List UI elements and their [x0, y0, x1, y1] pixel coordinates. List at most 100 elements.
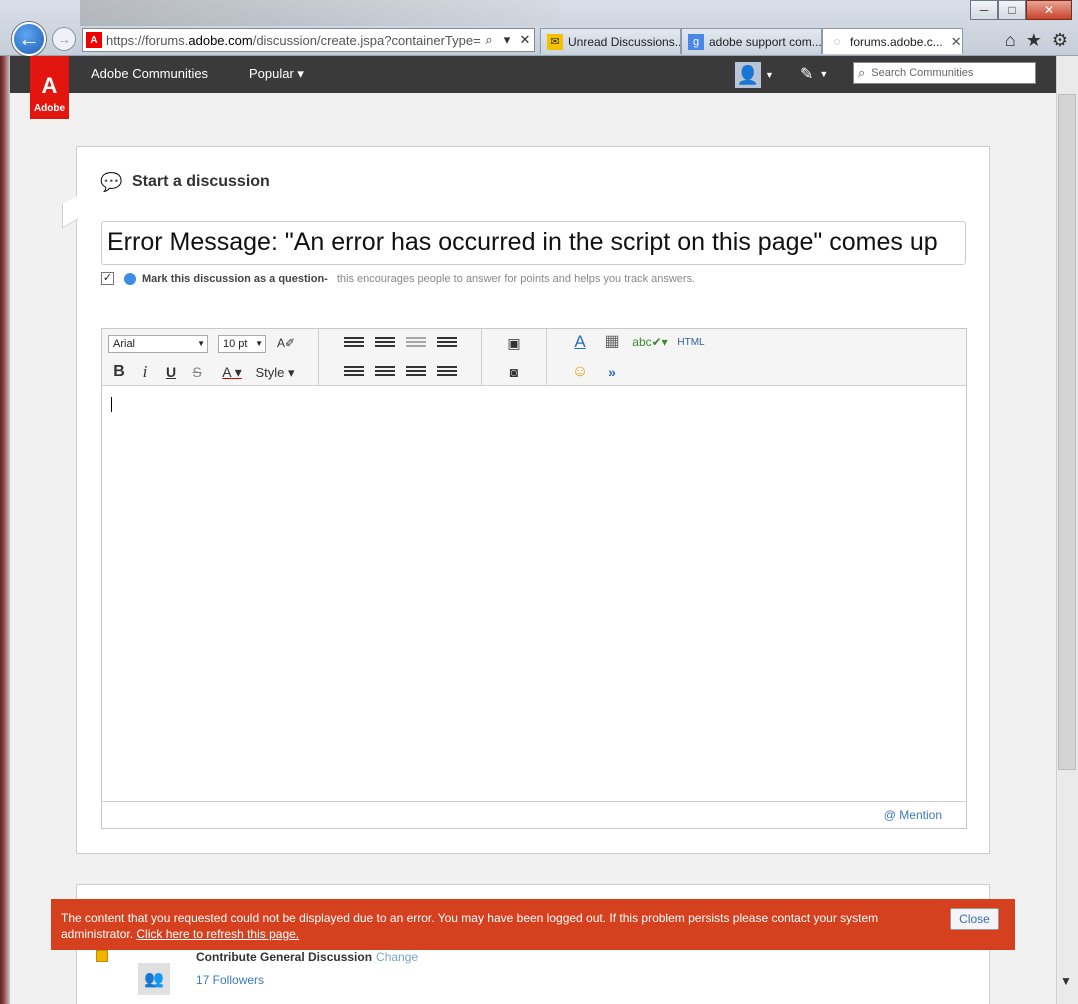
back-button[interactable]: ←: [12, 22, 46, 56]
search-icon[interactable]: ⌕: [480, 32, 498, 48]
page-title: 💬 Start a discussion: [100, 172, 270, 192]
chevron-down-icon[interactable]: ▼: [1060, 974, 1072, 988]
maximize-button[interactable]: □: [998, 0, 1026, 20]
nav-popular[interactable]: Popular ▾: [249, 66, 304, 82]
question-bubble-icon: [124, 272, 136, 285]
scrollbar-thumb[interactable]: [1058, 94, 1076, 770]
discussion-bubble-icon: 💬: [100, 172, 123, 192]
create-menu[interactable]: ✎ ▼: [800, 64, 828, 84]
address-bar[interactable]: A https://forums.adobe.com/discussion/cr…: [82, 28, 535, 52]
avatar: 👤: [735, 62, 761, 88]
mention-link[interactable]: @ Mention: [884, 808, 942, 822]
outdent-icon[interactable]: [406, 337, 426, 351]
italic-icon[interactable]: i: [136, 363, 154, 381]
indent-icon[interactable]: [437, 337, 457, 351]
tab-unread-discussions[interactable]: ✉ Unread Discussions...: [540, 28, 681, 54]
align-right-icon[interactable]: [406, 366, 426, 380]
spellcheck-icon[interactable]: abc✔▾: [632, 333, 668, 351]
place-icon: [96, 950, 108, 962]
question-option: ✓ Mark this discussion as a question- th…: [101, 272, 695, 285]
font-size-select[interactable]: 10 pt ▼: [218, 335, 266, 353]
justify-icon[interactable]: [437, 366, 457, 380]
page-title-text: Start a discussion: [132, 173, 270, 190]
toolbar-separator: [318, 329, 319, 386]
address-url[interactable]: https://forums.adobe.com/discussion/crea…: [106, 33, 480, 48]
url-domain: adobe.com: [188, 32, 253, 48]
search-placeholder: Search Communities: [871, 67, 974, 79]
align-left-icon[interactable]: [344, 366, 364, 380]
minimize-button[interactable]: ─: [970, 0, 998, 20]
chevron-down-icon: ▼: [255, 339, 263, 348]
dropdown-arrow-icon[interactable]: ▾: [498, 32, 516, 48]
forum-favicon-icon: ✉: [547, 33, 563, 50]
align-center-icon[interactable]: [375, 366, 395, 380]
subject-input[interactable]: Error Message: "An error has occurred in…: [101, 221, 966, 265]
adobe-favicon-icon: A: [86, 32, 102, 48]
emoticon-icon[interactable]: ☺: [570, 363, 590, 381]
close-window-button[interactable]: ✕: [1026, 0, 1072, 20]
google-favicon-icon: g: [688, 33, 704, 50]
search-icon: ⌕: [858, 65, 866, 80]
numbered-list-icon[interactable]: [375, 337, 395, 351]
error-message: The content that you requested could not…: [61, 910, 901, 942]
rich-text-editor: Arial ▼ 10 pt ▼ A✐ B i U S A ▾ Style ▾ ▣…: [101, 328, 967, 829]
tab-forums-adobe[interactable]: ◌ forums.adobe.c... ✕: [822, 28, 963, 54]
stop-icon[interactable]: ✕: [516, 32, 534, 48]
page-left-edge: [0, 56, 10, 1004]
close-error-button[interactable]: Close: [950, 908, 999, 930]
bold-icon[interactable]: B: [110, 363, 128, 381]
pencil-icon: ✎: [800, 66, 814, 83]
favorites-star-icon[interactable]: ★: [1026, 30, 1042, 51]
group-icon: 👥: [138, 963, 170, 995]
gear-icon[interactable]: ⚙: [1052, 30, 1068, 51]
mark-question-label[interactable]: Mark this discussion as a question-: [142, 273, 328, 285]
vertical-scrollbar[interactable]: ▼: [1056, 56, 1078, 1004]
font-family-select[interactable]: Arial ▼: [108, 335, 208, 353]
editor-toolbar: Arial ▼ 10 pt ▼ A✐ B i U S A ▾ Style ▾ ▣…: [102, 329, 966, 386]
more-options-icon[interactable]: »: [602, 363, 622, 381]
font-family-value: Arial: [113, 338, 136, 350]
error-notification: The content that you requested could not…: [51, 899, 1015, 950]
html-button[interactable]: HTML: [676, 334, 706, 352]
strikethrough-icon[interactable]: S: [188, 363, 206, 381]
adobe-logo[interactable]: A Adobe: [30, 56, 69, 119]
tab-label: Unread Discussions...: [568, 34, 681, 49]
editor-body[interactable]: [102, 386, 966, 802]
window-controls: ─ □ ✕: [970, 0, 1072, 20]
video-icon[interactable]: ▣: [504, 334, 524, 352]
forward-button[interactable]: →: [52, 27, 76, 51]
search-communities-input[interactable]: ⌕ Search Communities: [853, 62, 1036, 84]
change-place-link[interactable]: Change: [376, 950, 418, 964]
tab-adobe-support[interactable]: g adobe support com...: [681, 28, 822, 54]
arrow-left-icon: ←: [18, 26, 40, 51]
arrow-right-icon: →: [57, 31, 71, 47]
bulleted-list-icon[interactable]: [344, 337, 364, 351]
nav-adobe-communities[interactable]: Adobe Communities: [91, 66, 208, 81]
text-color-icon[interactable]: A ▾: [218, 363, 246, 381]
logo-wordmark: Adobe: [33, 103, 66, 114]
titlebar-background: [80, 0, 560, 26]
browser-toolbar-icons: ⌂ ★ ⚙: [1005, 30, 1068, 51]
tab-label: forums.adobe.c...: [850, 34, 943, 49]
url-prefix: https://forums.: [106, 32, 189, 48]
refresh-page-link[interactable]: Click here to refresh this page.: [136, 927, 299, 941]
editor-footer: @ Mention: [102, 801, 966, 828]
followers-link[interactable]: 17 Followers: [196, 973, 264, 987]
toolbar-separator: [481, 329, 482, 386]
style-dropdown[interactable]: Style ▾: [252, 364, 298, 382]
font-size-value: 10 pt: [223, 338, 248, 350]
mark-question-checkbox[interactable]: ✓: [101, 272, 114, 285]
tab-label: adobe support com...: [709, 34, 822, 49]
close-tab-icon[interactable]: ✕: [951, 34, 962, 50]
user-menu[interactable]: 👤 ▼: [735, 62, 774, 88]
place-name-text: Contribute General Discussion: [196, 950, 373, 964]
table-icon[interactable]: ▦: [601, 333, 623, 351]
clear-formatting-icon[interactable]: A✐: [276, 334, 296, 352]
link-icon[interactable]: A: [568, 333, 592, 351]
camera-icon[interactable]: ◙: [504, 363, 524, 381]
toolbar-separator: [546, 329, 547, 386]
underline-icon[interactable]: U: [162, 363, 180, 381]
chevron-down-icon: ▼: [197, 339, 205, 348]
home-icon[interactable]: ⌂: [1005, 30, 1016, 51]
mark-question-help: this encourages people to answer for poi…: [336, 272, 696, 285]
